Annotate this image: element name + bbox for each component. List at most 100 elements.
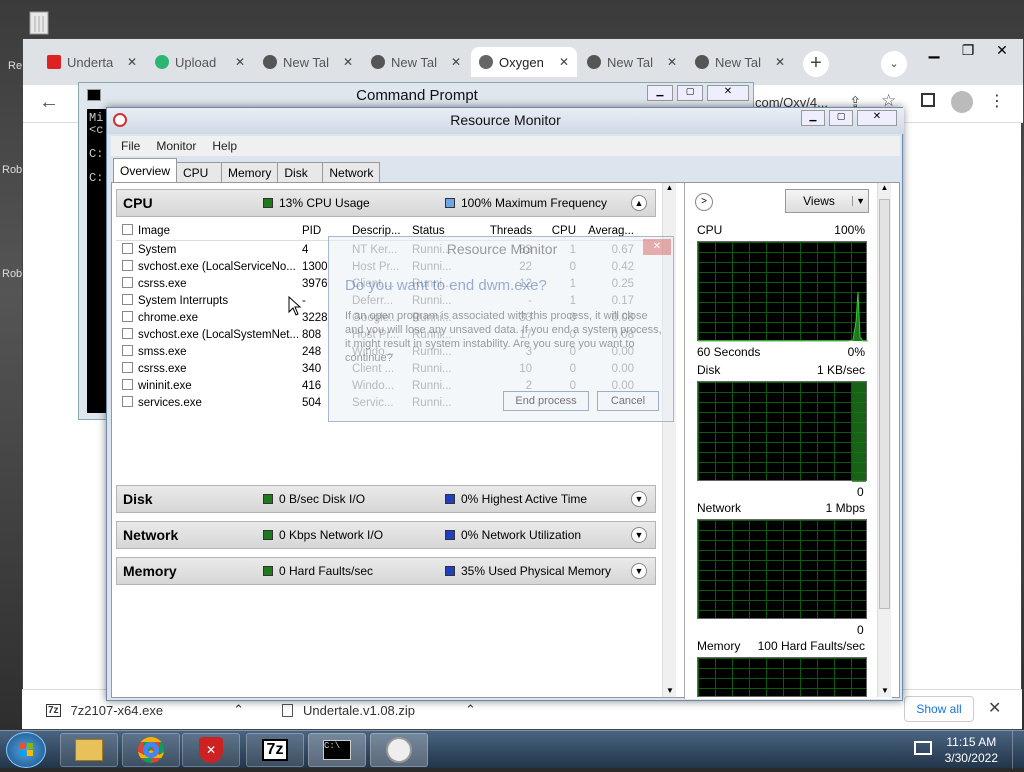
profile-avatar-icon[interactable] <box>951 91 973 113</box>
row-checkbox[interactable] <box>121 276 133 288</box>
close-icon[interactable]: ✕ <box>985 39 1019 61</box>
chevron-up-icon[interactable]: ▲ <box>631 195 647 211</box>
expand-pane-icon[interactable]: > <box>695 193 713 211</box>
row-checkbox[interactable] <box>121 361 133 373</box>
column-header[interactable]: CPU <box>532 225 576 237</box>
column-header[interactable]: Threads <box>476 225 532 237</box>
row-checkbox[interactable] <box>121 327 133 339</box>
minimize-icon[interactable]: ▁ <box>917 39 951 61</box>
close-tab-icon[interactable]: ✕ <box>559 55 569 69</box>
network-tray-icon[interactable] <box>914 741 932 755</box>
new-tab-button[interactable]: + <box>803 51 829 77</box>
row-checkbox[interactable] <box>121 395 133 407</box>
browser-tab[interactable]: Underta ✕ <box>39 47 145 77</box>
cell-image: services.exe <box>138 396 202 408</box>
close-tab-icon[interactable]: ✕ <box>775 55 785 69</box>
network-section-header[interactable]: Network 0 Kbps Network I/O 0% Network Ut… <box>116 521 656 549</box>
close-icon[interactable]: ✕ <box>643 239 671 255</box>
maximize-icon[interactable]: ▢ <box>677 85 703 101</box>
tab-cpu[interactable]: CPU <box>176 162 223 182</box>
browser-tab-active[interactable]: Oxygen ✕ <box>471 47 577 77</box>
maximize-icon[interactable]: ❐ <box>951 39 985 61</box>
column-header[interactable]: PID <box>302 225 352 237</box>
close-tab-icon[interactable]: ✕ <box>343 55 353 69</box>
close-tab-icon[interactable]: ✕ <box>127 55 137 69</box>
browser-tab[interactable]: New Tal ✕ <box>687 47 793 77</box>
menu-file[interactable]: File <box>121 139 140 153</box>
browser-tab[interactable]: New Tal ✕ <box>579 47 685 77</box>
column-header[interactable]: Status <box>412 225 476 237</box>
chevron-up-icon[interactable]: ⌃ <box>465 702 476 718</box>
taskbar-security[interactable]: ✕ <box>182 733 240 767</box>
back-arrow-icon[interactable]: ← <box>39 91 59 114</box>
show-all-button[interactable]: Show all <box>904 696 974 722</box>
memory-section-header[interactable]: Memory 0 Hard Faults/sec 35% Used Physic… <box>116 557 656 585</box>
recycle-bin-icon[interactable] <box>22 8 56 36</box>
taskbar-explorer[interactable] <box>60 733 118 767</box>
end-process-button[interactable]: End process <box>503 391 589 411</box>
select-all-checkbox[interactable] <box>121 223 133 235</box>
taskbar-chrome[interactable] <box>122 733 180 767</box>
network-utilization: 0% Network Utilization <box>461 528 582 542</box>
minimize-icon[interactable]: ▁ <box>647 85 673 101</box>
browser-tab[interactable]: New Tal ✕ <box>255 47 361 77</box>
tab-network[interactable]: Network <box>322 162 381 182</box>
close-icon[interactable]: ✕ <box>707 85 749 101</box>
column-header[interactable]: Descrip... <box>352 225 412 237</box>
close-downloads-icon[interactable]: ✕ <box>988 698 1001 718</box>
cpu-section-header[interactable]: CPU 13% CPU Usage 100% Maximum Frequency… <box>116 189 656 217</box>
scroll-up-icon[interactable]: ▲ <box>663 183 676 192</box>
show-desktop-button[interactable] <box>1012 731 1024 769</box>
scroll-thumb[interactable] <box>879 199 890 609</box>
column-header[interactable]: Image <box>138 225 302 237</box>
scroll-down-icon[interactable]: ▼ <box>878 686 892 695</box>
row-checkbox[interactable] <box>121 310 133 322</box>
close-icon[interactable]: ✕ <box>857 110 897 126</box>
graph-scrollbar[interactable]: ▲ ▼ <box>877 183 891 697</box>
row-checkbox[interactable] <box>121 242 133 254</box>
minimize-icon[interactable]: ▁ <box>801 110 825 126</box>
views-button[interactable]: Views ▼ <box>785 189 869 213</box>
desktop-label[interactable]: Rob <box>2 268 22 280</box>
sidebar-icon[interactable] <box>921 93 935 107</box>
menu-monitor[interactable]: Monitor <box>156 139 196 153</box>
menu-help[interactable]: Help <box>212 139 237 153</box>
row-checkbox[interactable] <box>121 259 133 271</box>
cell-image: wininit.exe <box>138 379 192 392</box>
end-process-dialog[interactable]: Resource Monitor ✕ Do you want to end dw… <box>328 236 674 422</box>
close-tab-icon[interactable]: ✕ <box>451 55 461 69</box>
disk-section-header[interactable]: Disk 0 B/sec Disk I/O 0% Highest Active … <box>116 485 656 513</box>
column-header[interactable]: Averag... <box>576 225 634 237</box>
start-button[interactable] <box>6 732 46 768</box>
tab-disk[interactable]: Disk <box>277 162 324 182</box>
row-checkbox[interactable] <box>121 293 133 305</box>
chevron-up-icon[interactable]: ⌃ <box>233 702 244 718</box>
tab-search-button[interactable]: ⌄ <box>881 51 907 77</box>
maximize-icon[interactable]: ▢ <box>829 110 853 126</box>
chevron-down-icon[interactable]: ▼ <box>631 563 647 579</box>
tab-overview[interactable]: Overview <box>113 158 178 182</box>
taskbar-resmon[interactable] <box>370 733 428 767</box>
download-item[interactable]: 7z 7z2107-x64.exe ⌃ <box>46 698 244 722</box>
browser-tab[interactable]: New Tal ✕ <box>363 47 469 77</box>
close-tab-icon[interactable]: ✕ <box>667 55 677 69</box>
scroll-up-icon[interactable]: ▲ <box>878 183 891 192</box>
desktop-label[interactable]: Re <box>8 60 22 72</box>
taskbar-7zip[interactable]: 7z <box>246 733 304 767</box>
download-item[interactable]: Undertale.v1.08.zip ⌃ <box>282 698 476 722</box>
cancel-button[interactable]: Cancel <box>597 391 659 411</box>
close-tab-icon[interactable]: ✕ <box>235 55 245 69</box>
dialog-title: Resource Monitor <box>446 241 558 257</box>
chevron-down-icon[interactable]: ▼ <box>631 527 647 543</box>
section-title: Disk <box>123 491 153 507</box>
taskbar-cmd[interactable]: C:\ <box>308 733 366 767</box>
scroll-down-icon[interactable]: ▼ <box>663 686 677 695</box>
system-clock[interactable]: 11:15 AM 3/30/2022 <box>945 734 998 766</box>
menu-kebab-icon[interactable]: ⋮ <box>989 91 1005 111</box>
row-checkbox[interactable] <box>121 344 133 356</box>
row-checkbox[interactable] <box>121 378 133 390</box>
desktop-label[interactable]: Rob <box>2 164 22 176</box>
tab-memory[interactable]: Memory <box>221 162 279 182</box>
chevron-down-icon[interactable]: ▼ <box>631 491 647 507</box>
browser-tab[interactable]: Upload ✕ <box>147 47 253 77</box>
